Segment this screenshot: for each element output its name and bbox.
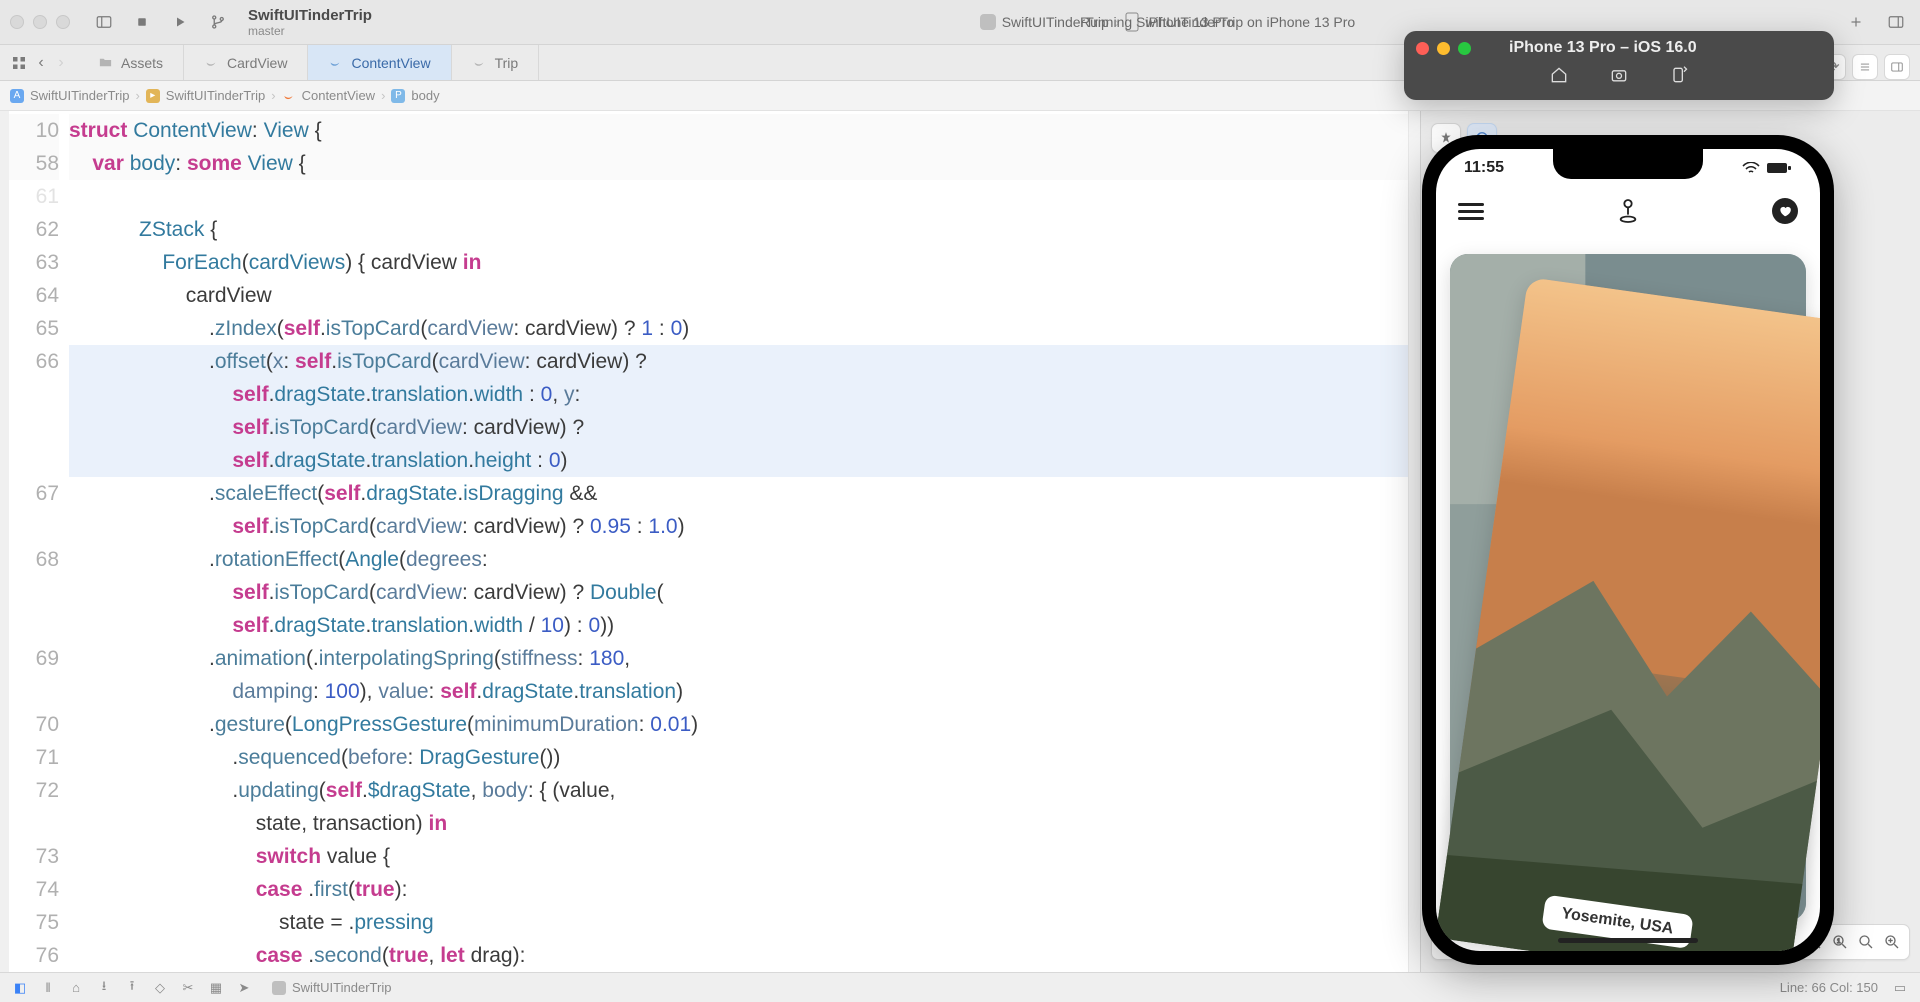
status-time: 11:55 xyxy=(1464,159,1504,177)
app-header xyxy=(1436,197,1820,225)
branch-icon[interactable] xyxy=(204,8,232,36)
breadcrumb-segment[interactable]: ContentView xyxy=(302,88,375,103)
tab-label: CardView xyxy=(227,55,287,71)
simulator-window[interactable]: iPhone 13 Pro – iOS 16.0 xyxy=(1404,31,1834,100)
property-icon: P xyxy=(391,89,405,103)
card-stack[interactable]: Yosemite, USA xyxy=(1450,254,1806,921)
target-name: SwiftUITinderTrip xyxy=(292,980,391,995)
forward-icon[interactable]: › xyxy=(52,49,70,77)
add-icon[interactable] xyxy=(1842,8,1870,36)
home-indicator[interactable] xyxy=(1558,938,1698,943)
activity-status: Running SwiftUITinderTrip on iPhone 13 P… xyxy=(1080,14,1355,30)
close-window-dot[interactable] xyxy=(10,15,24,29)
simulator-title: iPhone 13 Pro – iOS 16.0 xyxy=(1509,39,1697,57)
back-icon[interactable]: ‹ xyxy=(32,49,50,77)
breadcrumb-segment[interactable]: SwiftUITinderTrip xyxy=(30,88,129,103)
zoom-in-icon[interactable] xyxy=(1879,929,1905,955)
simulator-screen[interactable]: 11:55 xyxy=(1436,149,1820,951)
home-icon[interactable] xyxy=(1549,65,1569,90)
zoom-fit-icon[interactable] xyxy=(1853,929,1879,955)
home-icon[interactable]: ⌂ xyxy=(68,980,84,996)
inspector-icon[interactable] xyxy=(1884,54,1910,80)
wifi-icon xyxy=(1742,162,1760,174)
target-chip[interactable]: SwiftUITinderTrip xyxy=(272,980,391,995)
download-icon[interactable]: ⭳ xyxy=(96,980,112,996)
xcode-bottom-bar: ◧ ‖ ⌂ ⭳ ⭱ ◇ ✂ ▦ ➤ SwiftUITinderTrip Line… xyxy=(0,972,1920,1002)
chevron-right-icon: › xyxy=(135,88,139,103)
code-area[interactable]: struct ContentView: View { var body: som… xyxy=(69,111,1408,972)
step-icon[interactable]: ‖ xyxy=(40,980,56,996)
favorites-icon[interactable] xyxy=(1772,198,1798,224)
chevron-right-icon: › xyxy=(271,88,275,103)
tab-label: ContentView xyxy=(351,55,430,71)
scissors-icon[interactable]: ✂ xyxy=(180,980,196,996)
minimize-window-dot[interactable] xyxy=(1437,42,1450,55)
battery-icon xyxy=(1766,162,1792,174)
code-editor[interactable]: 10586162636465666768697071727374757677 s… xyxy=(0,111,1420,972)
minimap[interactable] xyxy=(1408,111,1420,972)
location-pin-icon[interactable] xyxy=(1617,197,1639,225)
breadcrumb-segment[interactable]: SwiftUITinderTrip xyxy=(166,88,265,103)
device-notch xyxy=(1553,149,1703,179)
branch-name: master xyxy=(248,24,372,38)
project-icon: A xyxy=(10,89,24,103)
tab-cardview[interactable]: CardView xyxy=(184,45,308,80)
simulator-titlebar[interactable]: iPhone 13 Pro – iOS 16.0 xyxy=(1404,31,1834,100)
tab-trip[interactable]: Trip xyxy=(452,45,540,80)
chevron-right-icon: › xyxy=(381,88,385,103)
fold-ribbon[interactable] xyxy=(0,111,9,972)
project-title-group[interactable]: SwiftUITinderTrip master xyxy=(248,7,372,38)
tab-label: Assets xyxy=(121,55,163,71)
folder-icon xyxy=(98,55,113,70)
tab-contentview[interactable]: ContentView xyxy=(308,45,451,80)
run-button-icon[interactable] xyxy=(166,8,194,36)
stop-button-icon[interactable] xyxy=(128,8,156,36)
upload-icon[interactable]: ⭱ xyxy=(124,980,140,996)
zoom-window-dot[interactable] xyxy=(1458,42,1471,55)
toggle-console-icon[interactable]: ▭ xyxy=(1892,980,1908,996)
line-gutter: 10586162636465666768697071727374757677 xyxy=(9,111,69,972)
app-icon xyxy=(272,981,286,995)
toggle-navigator-icon[interactable] xyxy=(90,8,118,36)
swift-file-icon xyxy=(328,55,343,70)
minimize-window-dot[interactable] xyxy=(33,15,47,29)
library-icon[interactable] xyxy=(1882,8,1910,36)
zoom-actual-icon[interactable]: 1 xyxy=(1827,929,1853,955)
location-icon[interactable]: ➤ xyxy=(236,980,252,996)
folder-icon: ▸ xyxy=(146,89,160,103)
zoom-window-dot[interactable] xyxy=(56,15,70,29)
window-traffic-lights xyxy=(10,15,70,29)
rotate-icon[interactable] xyxy=(1669,65,1689,90)
swift-file-icon xyxy=(204,55,219,70)
cursor-position: Line: 66 Col: 150 xyxy=(1780,980,1878,995)
adjust-icon[interactable] xyxy=(1852,54,1878,80)
screenshot-icon[interactable] xyxy=(1609,65,1629,90)
hamburger-menu-icon[interactable] xyxy=(1458,203,1484,220)
close-window-dot[interactable] xyxy=(1416,42,1429,55)
grid-icon[interactable]: ▦ xyxy=(208,980,224,996)
related-items-icon[interactable] xyxy=(8,49,30,77)
project-name: SwiftUITinderTrip xyxy=(248,7,372,24)
tab-label: Trip xyxy=(495,55,519,71)
app-icon xyxy=(980,14,996,30)
swift-file-icon xyxy=(282,89,296,103)
toolbar-right xyxy=(1842,8,1910,36)
simulator-device-frame: 11:55 xyxy=(1422,135,1834,965)
breadcrumb-segment[interactable]: body xyxy=(411,88,439,103)
bookmark-icon[interactable]: ◇ xyxy=(152,980,168,996)
filter-icon[interactable]: ◧ xyxy=(12,980,28,996)
swift-file-icon xyxy=(472,55,487,70)
tab-assets[interactable]: Assets xyxy=(78,45,184,80)
